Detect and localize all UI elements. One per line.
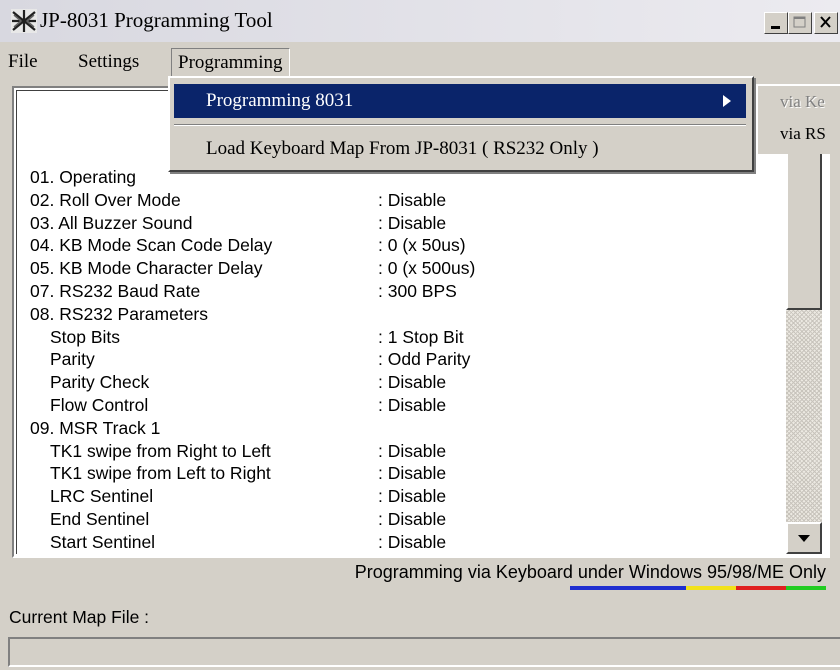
vertical-scrollbar[interactable] [786, 96, 822, 554]
current-map-file-label: Current Map File : [9, 607, 150, 627]
setting-label: 03. All Buzzer Sound [30, 212, 193, 233]
color-bar-yellow [686, 586, 736, 590]
programming-mode-message: Programming via Keyboard under Windows 9… [354, 562, 826, 582]
window-title: JP-8031 Programming Tool [40, 8, 273, 32]
menu-item-load-keyboard-map[interactable]: Load Keyboard Map From JP-8031 ( RS232 O… [206, 138, 599, 160]
setting-value: : Disable [378, 531, 447, 552]
menu-programming[interactable]: Programming [171, 48, 290, 78]
setting-value: : 1 Stop Bit [378, 326, 464, 347]
minimize-button[interactable] [764, 12, 788, 34]
scrollbar-thumb[interactable] [786, 140, 822, 310]
right-arrow-icon [723, 95, 731, 107]
programming-submenu: via Ke via RS [756, 84, 840, 154]
menu-file[interactable]: File [8, 48, 38, 76]
color-bar-red [736, 586, 786, 590]
setting-value: : 0 (x 50us) [378, 235, 466, 256]
setting-value: : Odd Parity [378, 349, 471, 370]
setting-label: 02. Roll Over Mode [30, 189, 181, 210]
close-icon [820, 16, 831, 28]
setting-value: : 300 BPS [378, 280, 457, 301]
title-bar[interactable]: JP-8031 Programming Tool [0, 0, 840, 42]
windows-flag-icon [11, 9, 37, 33]
setting-value: : Disable [378, 372, 447, 393]
close-button[interactable] [814, 12, 838, 34]
menu-settings[interactable]: Settings [78, 48, 139, 76]
setting-label: Start Sentinel [50, 531, 156, 552]
setting-label: Flow Control [50, 394, 149, 415]
menu-item-programming-8031[interactable]: Programming 8031 [174, 84, 746, 118]
menu-bar: File Settings Programming [0, 44, 840, 78]
programming-menu: Programming 8031 Load Keyboard Map From … [168, 76, 754, 172]
minimize-icon [771, 26, 780, 29]
maximize-icon [793, 16, 806, 28]
setting-label: TK1 swipe from Right to Left [50, 440, 271, 461]
setting-value: : Disable [378, 486, 447, 507]
setting-value: : 0 (x 500us) [378, 258, 476, 279]
setting-label: Parity [50, 349, 95, 370]
setting-value: : Disable [378, 463, 447, 484]
menu-item-programming-8031-label: Programming 8031 [206, 90, 354, 111]
setting-label: TK1 swipe from Left to Right [50, 463, 271, 484]
submenu-item-via-rs232[interactable]: via RS [780, 124, 826, 144]
color-bar-green [786, 586, 826, 590]
setting-label: Parity Check [50, 372, 150, 393]
setting-label: Stop Bits [50, 326, 121, 347]
setting-value: : Disable [378, 394, 447, 415]
maximize-button[interactable] [788, 12, 812, 34]
setting-value: : Disable [378, 440, 447, 461]
setting-value: : Disable [378, 189, 447, 210]
app-window: JP-8031 Programming Tool File Settings P… [0, 0, 840, 670]
setting-label: 07. RS232 Baud Rate [30, 280, 201, 301]
menu-separator [174, 124, 746, 126]
setting-value: : Disable [378, 508, 447, 529]
setting-label: 04. KB Mode Scan Code Delay [30, 235, 273, 256]
setting-label: 05. KB Mode Character Delay [30, 258, 263, 279]
setting-label: LRC Sentinel [50, 486, 154, 507]
color-bar-blue [570, 586, 686, 590]
setting-value: : Disable [378, 212, 447, 233]
down-arrow-icon [798, 535, 810, 542]
status-bar [8, 637, 840, 667]
scroll-down-button[interactable] [786, 522, 822, 554]
setting-label: 01. Operating [30, 167, 137, 187]
setting-label: End Sentinel [50, 508, 150, 529]
setting-label: 08. RS232 Parameters [30, 303, 209, 324]
setting-label: 09. MSR Track 1 [30, 417, 161, 438]
submenu-item-via-keyboard[interactable]: via Ke [780, 92, 825, 112]
